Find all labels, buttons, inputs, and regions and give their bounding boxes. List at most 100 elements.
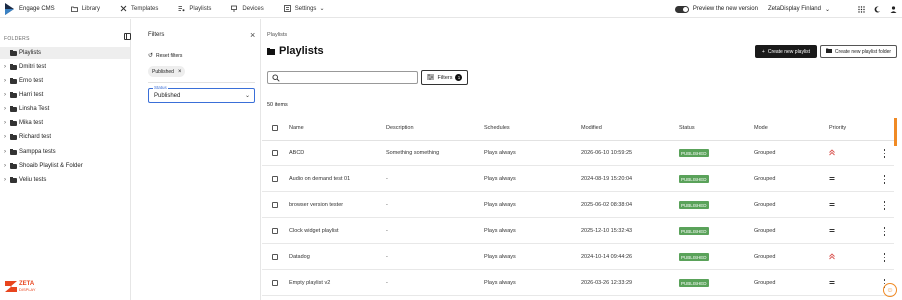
create-playlist-button[interactable]: + Create new playlist	[755, 45, 817, 58]
row-name[interactable]: Audio on demand test 01	[289, 176, 350, 182]
collapse-sidebar-button[interactable]	[124, 33, 131, 40]
engage-logo-icon	[5, 2, 14, 15]
filter-chip-published[interactable]: Published ×	[148, 66, 186, 77]
collapse-icon	[126, 34, 127, 39]
plus-icon: +	[761, 48, 765, 55]
org-selector[interactable]: ZetaDisplay Finland ⌄	[768, 6, 830, 13]
filters-button[interactable]: Filters 1	[421, 70, 468, 85]
folder-icon	[267, 47, 275, 55]
folder-item-veliu-tests[interactable]: › Veliu tests	[0, 174, 130, 186]
nav-templates[interactable]: Templates	[120, 5, 158, 12]
folder-item-shoaib-playlist[interactable]: › Shoaib Playlist & Folder	[0, 160, 130, 172]
dark-mode-icon[interactable]	[872, 4, 882, 14]
row-name[interactable]: ABCD	[289, 150, 304, 156]
row-description: -	[386, 254, 388, 260]
folder-icon	[10, 163, 17, 169]
table-row[interactable]: Clock widget playlist - Plays always 202…	[262, 218, 894, 244]
more-options-icon[interactable]	[883, 175, 886, 184]
row-name[interactable]: Clock widget playlist	[289, 228, 339, 234]
scrollbar-thumb[interactable]	[894, 118, 897, 146]
folder-item-linsha-test[interactable]: › Linsha Test	[0, 103, 130, 115]
devices-icon	[231, 5, 238, 12]
folders-heading: FOLDERS	[4, 36, 30, 42]
close-icon[interactable]: ×	[178, 69, 182, 75]
status-badge: PUBLISHED	[679, 279, 709, 287]
row-name[interactable]: browser version tester	[289, 202, 343, 208]
row-mode: Grouped	[754, 176, 776, 182]
status-badge: PUBLISHED	[679, 175, 709, 183]
row-checkbox[interactable]	[272, 228, 278, 234]
select-all-checkbox[interactable]	[272, 125, 278, 131]
create-folder-button[interactable]: Create new playlist folder	[820, 45, 897, 58]
folder-item-playlists[interactable]: Playlists	[0, 47, 130, 59]
reset-filters-label: Reset filters	[156, 52, 183, 59]
folder-item-dmitri-test[interactable]: › Dmitri test	[0, 61, 130, 73]
nav-devices[interactable]: Devices	[231, 5, 264, 12]
row-description: -	[386, 228, 388, 234]
folder-icon	[10, 64, 17, 70]
preview-toggle[interactable]	[674, 5, 689, 13]
row-modified: 2025-12-10 15:32:43	[581, 228, 633, 234]
more-options-icon[interactable]	[883, 227, 886, 236]
search-icon	[272, 74, 280, 82]
folder-label: Richard test	[19, 134, 52, 140]
help-button[interactable]: ☺	[883, 283, 897, 297]
row-name[interactable]: Datadog	[289, 254, 310, 260]
reset-filters-button[interactable]: ↺ Reset filters	[148, 52, 183, 60]
row-checkbox[interactable]	[272, 280, 278, 286]
status-badge: PUBLISHED	[679, 227, 709, 235]
row-schedules: Plays always	[484, 254, 516, 260]
chevron-down-icon: ⌄	[244, 93, 250, 99]
column-header-status[interactable]: Status	[679, 125, 695, 131]
column-header-name[interactable]: Name	[289, 125, 304, 131]
row-schedules: Plays always	[484, 202, 516, 208]
folder-item-samppa-tests[interactable]: › Samppa tests	[0, 146, 130, 158]
column-header-priority[interactable]: Priority	[829, 125, 846, 131]
folder-item-harri-test[interactable]: › Harri test	[0, 89, 130, 101]
status-badge: PUBLISHED	[679, 253, 709, 261]
more-options-icon[interactable]	[883, 149, 886, 158]
table-row[interactable]: Datadog - Plays always 2024-10-14 09:44:…	[262, 244, 894, 270]
row-modified: 2024-08-19 15:20:04	[581, 176, 633, 182]
nav-playlists[interactable]: Playlists	[178, 5, 211, 12]
folder-icon	[10, 149, 17, 155]
folder-item-richard-test[interactable]: › Richard test	[0, 131, 130, 143]
status-select[interactable]: Status Published ⌄	[148, 85, 255, 103]
row-checkbox[interactable]	[272, 176, 278, 182]
column-header-mode[interactable]: Mode	[754, 125, 768, 131]
table-row[interactable]: browser version tester - Plays always 20…	[262, 192, 894, 218]
more-options-icon[interactable]	[883, 253, 886, 262]
table-row[interactable]: ABCD Something something Plays always 20…	[262, 140, 894, 166]
row-checkbox[interactable]	[272, 254, 278, 260]
org-name: ZetaDisplay Finland	[767, 6, 821, 12]
nav-settings[interactable]: Settings ⌄	[283, 5, 324, 12]
user-account-icon[interactable]	[888, 4, 898, 14]
table-row[interactable]: Empty playlist v2 - Plays always 2026-03…	[262, 270, 894, 296]
row-checkbox[interactable]	[272, 150, 278, 156]
column-header-modified[interactable]: Modified	[581, 125, 602, 131]
more-options-icon[interactable]	[883, 201, 886, 210]
row-schedules: Plays always	[484, 150, 516, 156]
brand[interactable]: Engage CMS	[5, 2, 55, 15]
add-folder-icon	[825, 48, 832, 55]
table-header: Name Description Schedules Modified Stat…	[262, 115, 894, 141]
close-icon[interactable]: ×	[250, 31, 255, 40]
divider	[148, 82, 255, 83]
row-name[interactable]: Empty playlist v2	[289, 280, 330, 286]
table-row[interactable]: Audio on demand test 01 - Plays always 2…	[262, 166, 894, 192]
apps-grid-icon[interactable]	[856, 4, 866, 14]
nav-library[interactable]: Library	[70, 5, 100, 12]
row-checkbox[interactable]	[272, 202, 278, 208]
folder-label: Samppa tests	[19, 149, 56, 155]
search-input[interactable]	[267, 71, 418, 84]
breadcrumb[interactable]: Playlists	[267, 32, 287, 38]
folder-item-mika-test[interactable]: › Mika test	[0, 117, 130, 129]
folder-item-erno-test[interactable]: › Erno test	[0, 75, 130, 87]
filters-button-label: Filters	[437, 74, 453, 81]
row-schedules: Plays always	[484, 228, 516, 234]
column-header-description[interactable]: Description	[386, 125, 414, 131]
folder-icon	[10, 177, 17, 183]
column-header-schedules[interactable]: Schedules	[484, 125, 510, 131]
playlist-icon	[178, 5, 185, 12]
status-select-label: Status	[153, 85, 168, 90]
